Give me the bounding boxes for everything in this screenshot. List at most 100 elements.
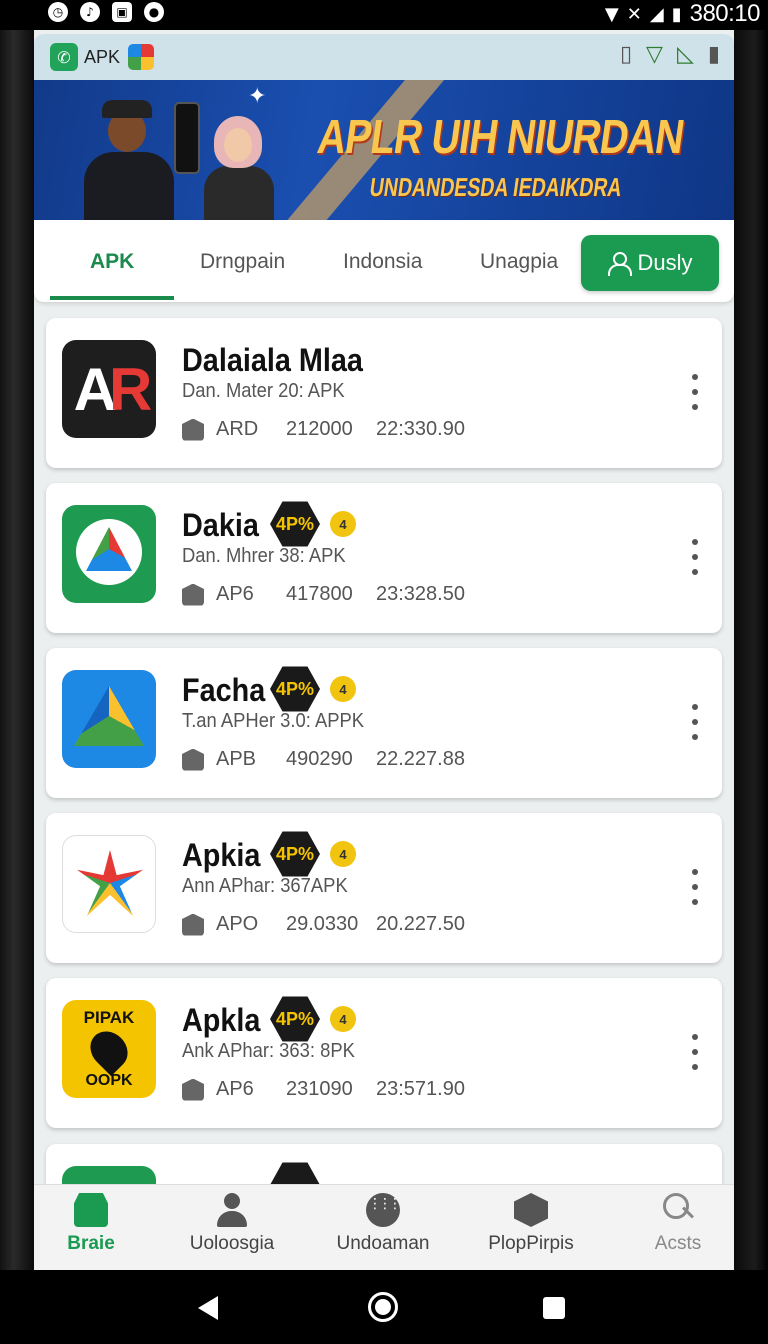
app-subtitle: Ank APhar: 363: 8PK <box>182 1040 355 1062</box>
notification-icon: ♪ <box>80 2 100 22</box>
banner-subheadline: UNDANDESDA IEDAIKDRA <box>367 172 624 202</box>
app-subtitle: Dan. Mhrer 38: APK <box>182 545 346 567</box>
app-type: APO <box>216 913 259 935</box>
tab-apk[interactable]: APK <box>90 250 134 274</box>
sparkle-icon: ✦ <box>248 84 267 109</box>
app-date: 23:328.50 <box>376 583 465 605</box>
app-date: 23:571.90 <box>376 1078 465 1100</box>
data-icon: ✕ <box>626 3 642 25</box>
tab-unagpia[interactable]: Unagpia <box>480 250 558 274</box>
pin-shape <box>82 1023 136 1077</box>
app-count: 490290 <box>286 748 353 770</box>
coin-badge: 4 <box>330 841 356 867</box>
icon-text-bottom: OOPK <box>85 1072 133 1089</box>
wifi-icon[interactable]: ▽ <box>646 42 663 67</box>
app-bar-icons: ▯ ▽ ◺ ▮ <box>620 42 720 67</box>
app-subtitle: Ann APhar: 367APK <box>182 875 348 897</box>
status-bar: ◷ ♪ ▣ ● ▼ ✕ ◢ ▮ 380:10 <box>0 0 768 30</box>
app-meta: AP6 417800 23:328.50 <box>182 583 465 606</box>
battery-icon[interactable]: ▮ <box>708 42 720 67</box>
package-icon <box>182 1078 204 1101</box>
package-icon <box>182 583 204 606</box>
banner-phone-image <box>174 102 200 174</box>
more-options-icon[interactable] <box>692 374 700 410</box>
alarm-icon: ◷ <box>48 2 68 22</box>
list-item[interactable]: Facha 4P% 4 T.an APHer 3.0: APPK APB 490… <box>46 648 722 798</box>
tab-active-indicator <box>50 296 174 300</box>
package-icon <box>182 748 204 771</box>
app-meta: APO 29.0330 20.227.50 <box>182 913 465 936</box>
nav-label: Braie <box>67 1233 115 1254</box>
phone-logo-icon[interactable]: ✆ <box>50 43 78 71</box>
app-meta: APB 490290 22.227.88 <box>182 748 465 771</box>
dusly-button[interactable]: Dusly <box>581 235 719 291</box>
app-title: APK <box>84 47 121 67</box>
system-nav-bar <box>0 1270 768 1344</box>
more-options-icon[interactable] <box>692 539 700 575</box>
star-burst-icon <box>62 835 156 933</box>
person-icon <box>215 1193 249 1227</box>
drive-blue-icon <box>62 670 156 768</box>
app-title: Dalaiala Mlaa <box>182 342 363 378</box>
app-title: Dakia <box>182 507 259 543</box>
status-time: 380:10 <box>689 0 761 27</box>
percent-badge: 4P% <box>270 996 320 1042</box>
nav-item-acsts[interactable]: Acsts <box>608 1193 734 1255</box>
nav-item-plopppirpis[interactable]: PlopPirpis <box>461 1193 601 1255</box>
box-icon <box>514 1193 548 1227</box>
promo-banner[interactable]: ✦ APLR UIH NIURDAN UNDANDESDA IEDAIKDRA <box>34 80 734 220</box>
package-icon <box>182 913 204 936</box>
banner-woman-image <box>204 116 274 220</box>
nav-item-uoloosgia[interactable]: Uoloosgia <box>162 1193 302 1255</box>
app-title: Facha <box>182 672 266 708</box>
app-meta: AP6 231090 23:571.90 <box>182 1078 465 1101</box>
more-options-icon[interactable] <box>692 704 700 740</box>
app-title: Apkia <box>182 837 261 873</box>
back-icon[interactable] <box>198 1296 218 1320</box>
coin-badge: 4 <box>330 676 356 702</box>
window-icon[interactable]: ▯ <box>620 42 632 67</box>
bottom-nav: Braie Uoloosgia Undoaman PlopPirpis Acst… <box>34 1184 734 1270</box>
tab-drngpain[interactable]: Drngpain <box>200 250 285 274</box>
app-type: ARD <box>216 418 259 440</box>
app-meta: ARD 212000 22:330.90 <box>182 418 465 441</box>
wifi-icon: ▼ <box>604 3 619 25</box>
signal-icon[interactable]: ◺ <box>677 42 694 67</box>
sync-icon: ● <box>144 2 164 22</box>
app-count: 417800 <box>286 583 353 605</box>
nav-label: Uoloosgia <box>189 1233 275 1254</box>
signal-icon: ◢ <box>649 3 664 25</box>
home-icon[interactable] <box>368 1292 398 1322</box>
tab-bar: APK Drngpain Indonsia Unagpia Dusly <box>34 220 734 302</box>
recent-apps-icon[interactable] <box>543 1297 565 1319</box>
user-icon <box>607 252 633 276</box>
store-icon <box>74 1193 108 1227</box>
phone-frame-left <box>0 30 34 1270</box>
app-type: APB <box>216 748 257 770</box>
nav-item-undoaman[interactable]: Undoaman <box>313 1193 453 1255</box>
nav-label: Undoaman <box>336 1233 430 1254</box>
more-options-icon[interactable] <box>692 1034 700 1070</box>
list-item[interactable]: PIPAK OOPK Apkla 4P% 4 Ank APhar: 363: 8… <box>46 978 722 1128</box>
ar-app-icon: AR <box>62 340 156 438</box>
battery-icon: ▮ <box>671 3 682 25</box>
more-options-icon[interactable] <box>692 869 700 905</box>
app-screen: ✆ APK ▯ ▽ ◺ ▮ ✦ APLR UIH NIURDAN UNDANDE… <box>34 30 734 1270</box>
app-count: 212000 <box>286 418 353 440</box>
list-item[interactable]: Dakia 4P% 4 Dan. Mhrer 38: APK AP6 41780… <box>46 483 722 633</box>
app-count: 29.0330 <box>286 913 359 935</box>
pipak-icon: PIPAK OOPK <box>62 1000 156 1098</box>
app-type: AP6 <box>216 583 254 605</box>
list-item[interactable]: Apkia 4P% 4 Ann APhar: 367APK APO 29.033… <box>46 813 722 963</box>
coin-badge: 4 <box>330 1006 356 1032</box>
tab-indonsia[interactable]: Indonsia <box>343 250 422 274</box>
app-date: 22:330.90 <box>376 418 465 440</box>
nav-item-braie[interactable]: Braie <box>34 1193 161 1255</box>
status-right-icons: ▼ ✕ ◢ ▮ 380:10 <box>604 0 761 28</box>
nav-label: PlopPirpis <box>488 1233 574 1254</box>
list-item[interactable]: AR Dalaiala Mlaa Dan. Mater 20: APK ARD … <box>46 318 722 468</box>
phone-frame-right <box>734 30 768 1270</box>
app-type: AP6 <box>216 1078 254 1100</box>
icon-text-top: PIPAK <box>83 1008 135 1027</box>
app-icon: ▣ <box>112 2 132 22</box>
